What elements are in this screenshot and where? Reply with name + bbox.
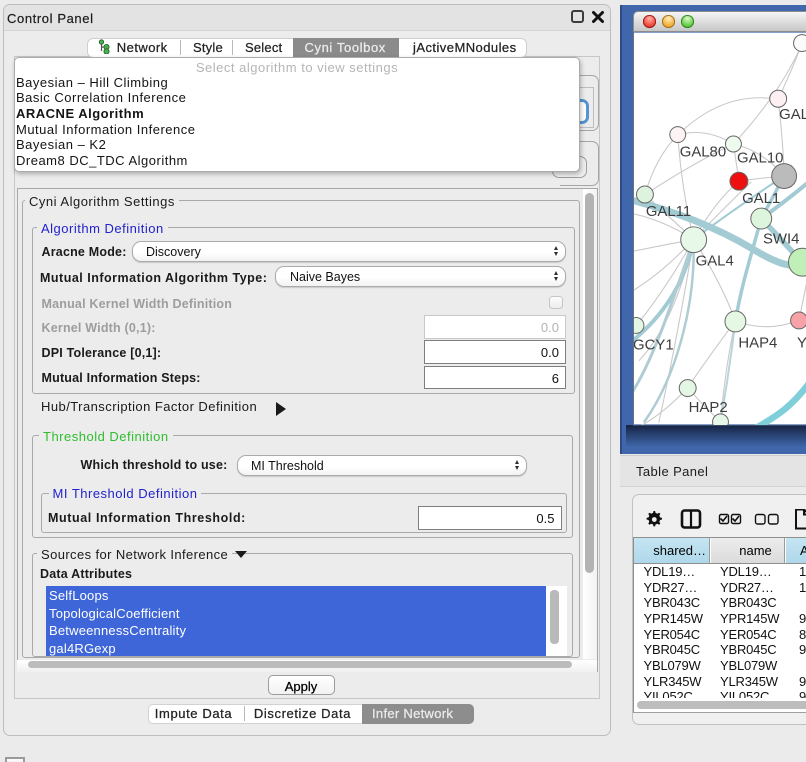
svg-text:HAP2: HAP2	[689, 399, 728, 415]
svg-text:GCY1: GCY1	[633, 337, 674, 353]
svg-text:GAL10: GAL10	[737, 150, 783, 166]
svg-text:GAL4: GAL4	[696, 253, 734, 269]
svg-text:SWI4: SWI4	[763, 231, 799, 247]
svg-text:Y: Y	[797, 335, 806, 351]
svg-text:GAL1: GAL1	[742, 191, 780, 207]
svg-text:GAL11: GAL11	[646, 204, 691, 220]
svg-text:GAL: GAL	[779, 107, 806, 123]
svg-text:HAP4: HAP4	[738, 335, 777, 351]
svg-text:GAL80: GAL80	[680, 144, 726, 160]
